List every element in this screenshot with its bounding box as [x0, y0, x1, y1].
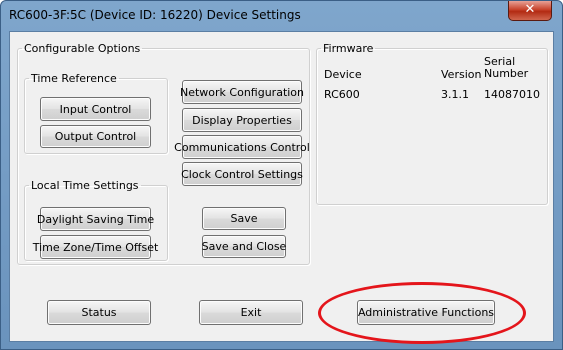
close-icon: ✕	[524, 2, 536, 17]
device-settings-window: RC600-3F:5C (Device ID: 16220) Device Se…	[0, 0, 563, 350]
close-button[interactable]: ✕	[508, 1, 552, 21]
title-bar[interactable]: RC600-3F:5C (Device ID: 16220) Device Se…	[1, 1, 562, 31]
daylight-saving-time-button[interactable]: Daylight Saving Time	[37, 207, 154, 231]
network-configuration-button[interactable]: Network Configuration	[180, 80, 304, 104]
input-control-button[interactable]: Input Control	[40, 97, 151, 121]
time-zone-offset-button[interactable]: Time Zone/Time Offset	[33, 235, 158, 259]
local-time-settings-legend: Local Time Settings	[31, 179, 139, 192]
status-button[interactable]: Status	[47, 300, 151, 325]
output-control-button[interactable]: Output Control	[40, 125, 151, 148]
exit-button[interactable]: Exit	[199, 300, 303, 325]
dialog-client-area: Configurable Options Time Reference Inpu…	[9, 31, 554, 342]
firmware-header-device: Device	[324, 68, 362, 81]
firmware-header-version: Version	[441, 68, 482, 81]
firmware-version-value: 3.1.1	[441, 88, 469, 101]
firmware-header-number: Number	[484, 67, 529, 80]
firmware-legend: Firmware	[323, 42, 374, 55]
display-properties-button[interactable]: Display Properties	[182, 108, 302, 132]
clock-control-settings-button[interactable]: Clock Control Settings	[181, 162, 303, 186]
save-button[interactable]: Save	[202, 207, 286, 230]
firmware-device-value: RC600	[324, 88, 360, 101]
firmware-serial-value: 14087010	[484, 88, 540, 101]
save-and-close-button[interactable]: Save and Close	[202, 235, 286, 258]
communications-control-button[interactable]: Communications Control	[174, 135, 310, 159]
administrative-functions-button[interactable]: Administrative Functions	[357, 300, 495, 325]
configurable-options-legend: Configurable Options	[24, 42, 141, 55]
window-title: RC600-3F:5C (Device ID: 16220) Device Se…	[9, 8, 301, 22]
time-reference-legend: Time Reference	[31, 72, 117, 85]
